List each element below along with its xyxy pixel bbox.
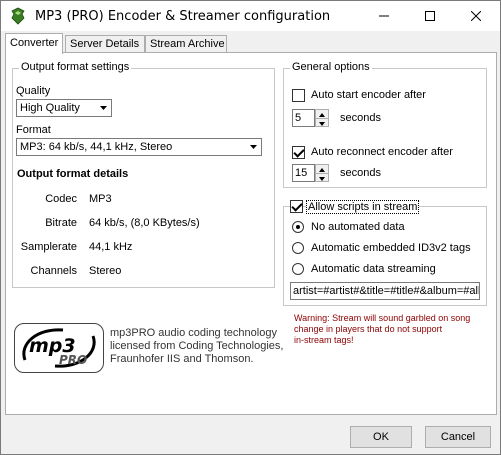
auto-start-checkbox[interactable]	[292, 89, 305, 102]
channels-value: Stereo	[89, 265, 122, 277]
general-options-group-label: General options	[290, 61, 372, 73]
quality-label: Quality	[16, 85, 51, 97]
embedded-id3v2-label[interactable]: Automatic embedded ID3v2 tags	[311, 242, 471, 254]
bitrate-label: Bitrate	[45, 217, 77, 229]
format-select-value: MP3: 64 kb/s, 44,1 kHz, Stereo	[20, 141, 173, 153]
chevron-down-icon	[96, 100, 111, 116]
auto-start-seconds-input[interactable]: 5	[292, 109, 315, 127]
title-bar[interactable]: MP3 (PRO) Encoder & Streamer configurati…	[1, 1, 500, 31]
tab-server-details[interactable]: Server Details	[65, 35, 145, 53]
no-automated-data-label[interactable]: No automated data	[311, 221, 405, 233]
samplerate-label: Samplerate	[20, 241, 77, 253]
auto-reconnect-checkbox[interactable]	[292, 146, 305, 159]
allow-scripts-checkbox[interactable]	[290, 200, 303, 213]
format-select[interactable]: MP3: 64 kb/s, 44,1 kHz, Stereo	[16, 138, 262, 156]
output-format-group: Output format settings Quality High Qual…	[12, 61, 275, 288]
format-label: Format	[16, 124, 51, 136]
scripts-group: Allow scripts in stream No automated dat…	[283, 200, 487, 306]
maximize-button[interactable]	[407, 1, 453, 31]
allow-scripts-label[interactable]: Allow scripts in stream	[306, 200, 420, 214]
quality-select[interactable]: High Quality	[16, 99, 112, 117]
svg-text:PRO: PRO	[59, 353, 87, 367]
spin-down-icon[interactable]	[316, 173, 328, 181]
auto-reconnect-seconds-label: seconds	[340, 167, 381, 179]
cancel-button[interactable]: Cancel	[425, 426, 491, 448]
quality-select-value: High Quality	[20, 102, 80, 114]
general-options-group: General options Auto start encoder after…	[283, 61, 487, 188]
license-line: licensed from Coding Technologies,	[110, 340, 284, 352]
output-format-group-label: Output format settings	[19, 61, 132, 73]
tab-converter[interactable]: Converter	[5, 33, 63, 54]
warning-line: in-stream tags!	[294, 335, 354, 345]
mp3pro-logo: mp3 PRO	[14, 323, 104, 373]
warning-line: Warning: Stream will sound garbled on so…	[294, 313, 471, 323]
radio-embedded-id3v2[interactable]	[292, 242, 304, 254]
stream-warning: Warning: Stream will sound garbled on so…	[294, 313, 470, 346]
minimize-button[interactable]	[361, 1, 407, 31]
codec-value: MP3	[89, 193, 112, 205]
auto-start-seconds-spinner[interactable]	[315, 109, 329, 127]
license-line: Fraunhofer IIS and Thomson.	[110, 353, 254, 365]
auto-reconnect-label[interactable]: Auto reconnect encoder after	[311, 146, 453, 158]
license-info: mp3PRO audio coding technology licensed …	[110, 327, 283, 366]
bitrate-value: 64 kb/s, (8,0 KBytes/s)	[89, 217, 200, 229]
spin-down-icon[interactable]	[316, 118, 328, 126]
radio-no-automated-data[interactable]	[292, 221, 304, 233]
samplerate-value: 44,1 kHz	[89, 241, 133, 253]
auto-start-label[interactable]: Auto start encoder after	[311, 89, 426, 101]
spin-up-icon[interactable]	[316, 110, 328, 118]
chevron-down-icon	[246, 139, 261, 155]
window-title: MP3 (PRO) Encoder & Streamer configurati…	[35, 9, 331, 24]
channels-label: Channels	[30, 265, 77, 277]
auto-reconnect-seconds-input[interactable]: 15	[292, 164, 315, 182]
data-streaming-label[interactable]: Automatic data streaming	[311, 263, 436, 275]
tab-stream-archive[interactable]: Stream Archive	[145, 35, 227, 53]
close-button[interactable]	[453, 1, 499, 31]
ok-button[interactable]: OK	[350, 426, 412, 448]
auto-reconnect-seconds-spinner[interactable]	[315, 164, 329, 182]
output-format-details-heading: Output format details	[17, 168, 129, 180]
script-template-input[interactable]: artist=#artist#&title=#title#&album=#alb…	[290, 282, 480, 300]
radio-data-streaming[interactable]	[292, 263, 304, 275]
auto-start-seconds-label: seconds	[340, 112, 381, 124]
winamp-app-icon	[9, 7, 27, 25]
dialog-window: MP3 (PRO) Encoder & Streamer configurati…	[0, 0, 501, 455]
warning-line: change in players that do not support	[294, 324, 443, 334]
converter-panel: Output format settings Quality High Qual…	[5, 52, 497, 415]
codec-label: Codec	[45, 193, 77, 205]
license-line: mp3PRO audio coding technology	[110, 327, 277, 339]
spin-up-icon[interactable]	[316, 165, 328, 173]
